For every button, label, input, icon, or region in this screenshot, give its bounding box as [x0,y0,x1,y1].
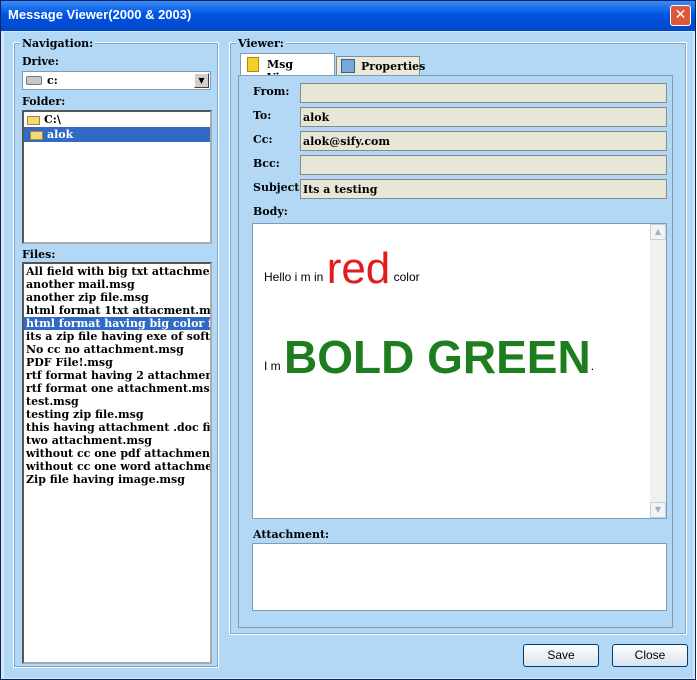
folder-item-alok[interactable]: alok [24,127,210,142]
body-scrollbar[interactable]: ▲ ▼ [650,224,666,518]
scroll-down-icon[interactable]: ▼ [650,502,666,518]
drive-label: Drive: [22,55,59,68]
file-item[interactable]: another mail.msg [24,278,210,291]
file-item[interactable]: another zip file.msg [24,291,210,304]
body-text: Hello i m in [264,270,327,284]
body-label: Body: [253,205,288,218]
navigation-group-label: Navigation: [20,37,96,50]
files-label: Files: [22,248,56,261]
folder-list[interactable]: C:\ alok [22,110,212,244]
msg-viewer-panel: From: To: alok Cc: alok@sify.com Bcc: Su… [238,75,673,628]
to-field[interactable]: alok [300,107,667,127]
open-folder-icon [30,130,43,140]
close-button[interactable]: Close [612,644,688,667]
red-text: red [326,244,391,293]
tab-msg-viewer[interactable]: Msg Viewer [240,53,335,84]
title-bar[interactable]: Message Viewer(2000 & 2003) ✕ [1,1,695,31]
document-icon [247,57,259,72]
viewer-group: Viewer: Msg Viewer Properties From: To: … [229,37,687,635]
file-item[interactable]: rtf format one attachment.msg [24,382,210,395]
file-item[interactable]: rtf format having 2 attachment.msg [24,369,210,382]
file-item[interactable]: two attachment.msg [24,434,210,447]
drive-select-value: c: [47,74,58,87]
message-viewer-window: Message Viewer(2000 & 2003) ✕ Navigation… [0,0,696,680]
to-label: To: [253,109,272,122]
file-item[interactable]: testing zip file.msg [24,408,210,421]
file-item[interactable]: this having attachment .doc file.msg [24,421,210,434]
subject-label: Subject: [253,181,304,194]
folder-label: Folder: [22,95,66,108]
file-item[interactable]: test.msg [24,395,210,408]
file-item[interactable]: html format 1txt attacment.msg [24,304,210,317]
body-line-red: Hello i m in red color [264,244,420,294]
from-field[interactable] [300,83,667,103]
body-content[interactable]: Hello i m in red color I m BOLD GREEN. ▲… [252,223,667,519]
cc-field[interactable]: alok@sify.com [300,131,667,151]
navigation-group: Navigation: Drive: c: ▼ Folder: C:\ alok… [13,37,219,668]
hard-drive-icon [26,76,42,85]
file-item[interactable]: without cc one word attachment.msg [24,460,210,473]
bcc-field[interactable] [300,155,667,175]
attachment-list[interactable] [252,543,667,611]
file-item[interactable]: All field with big txt attachment.msg [24,265,210,278]
scroll-up-icon[interactable]: ▲ [650,224,666,240]
green-text: BOLD GREEN [284,331,591,383]
body-text: I m [264,359,284,373]
body-text: color [390,270,420,284]
file-item[interactable]: No cc no attachment.msg [24,343,210,356]
window-close-icon[interactable]: ✕ [670,5,691,26]
save-button[interactable]: Save [523,644,599,667]
file-item[interactable]: PDF File!.msg [24,356,210,369]
cc-label: Cc: [253,133,273,146]
files-list[interactable]: All field with big txt attachment.msg an… [22,262,212,664]
client-area: Navigation: Drive: c: ▼ Folder: C:\ alok… [4,32,693,678]
from-label: From: [253,85,290,98]
subject-field[interactable]: Its a testing [300,179,667,199]
folder-item-root[interactable]: C:\ [24,112,210,127]
viewer-group-label: Viewer: [236,37,286,50]
tab-properties[interactable]: Properties [336,56,425,75]
window-title: Message Viewer(2000 & 2003) [8,7,192,22]
attachment-label: Attachment: [253,528,330,541]
body-text: . [590,359,595,373]
properties-icon [341,59,355,73]
body-line-green: I m BOLD GREEN. [264,330,594,384]
chevron-down-icon[interactable]: ▼ [194,73,209,88]
folder-icon [27,115,40,125]
file-item[interactable]: without cc one pdf attachment.msg [24,447,210,460]
file-item[interactable]: its a zip file having exe of software.m [24,330,210,343]
file-item[interactable]: Zip file having image.msg [24,473,210,486]
bcc-label: Bcc: [253,157,280,170]
drive-select[interactable]: c: ▼ [22,71,211,90]
file-item-selected[interactable]: html format having big color font and [24,317,210,330]
